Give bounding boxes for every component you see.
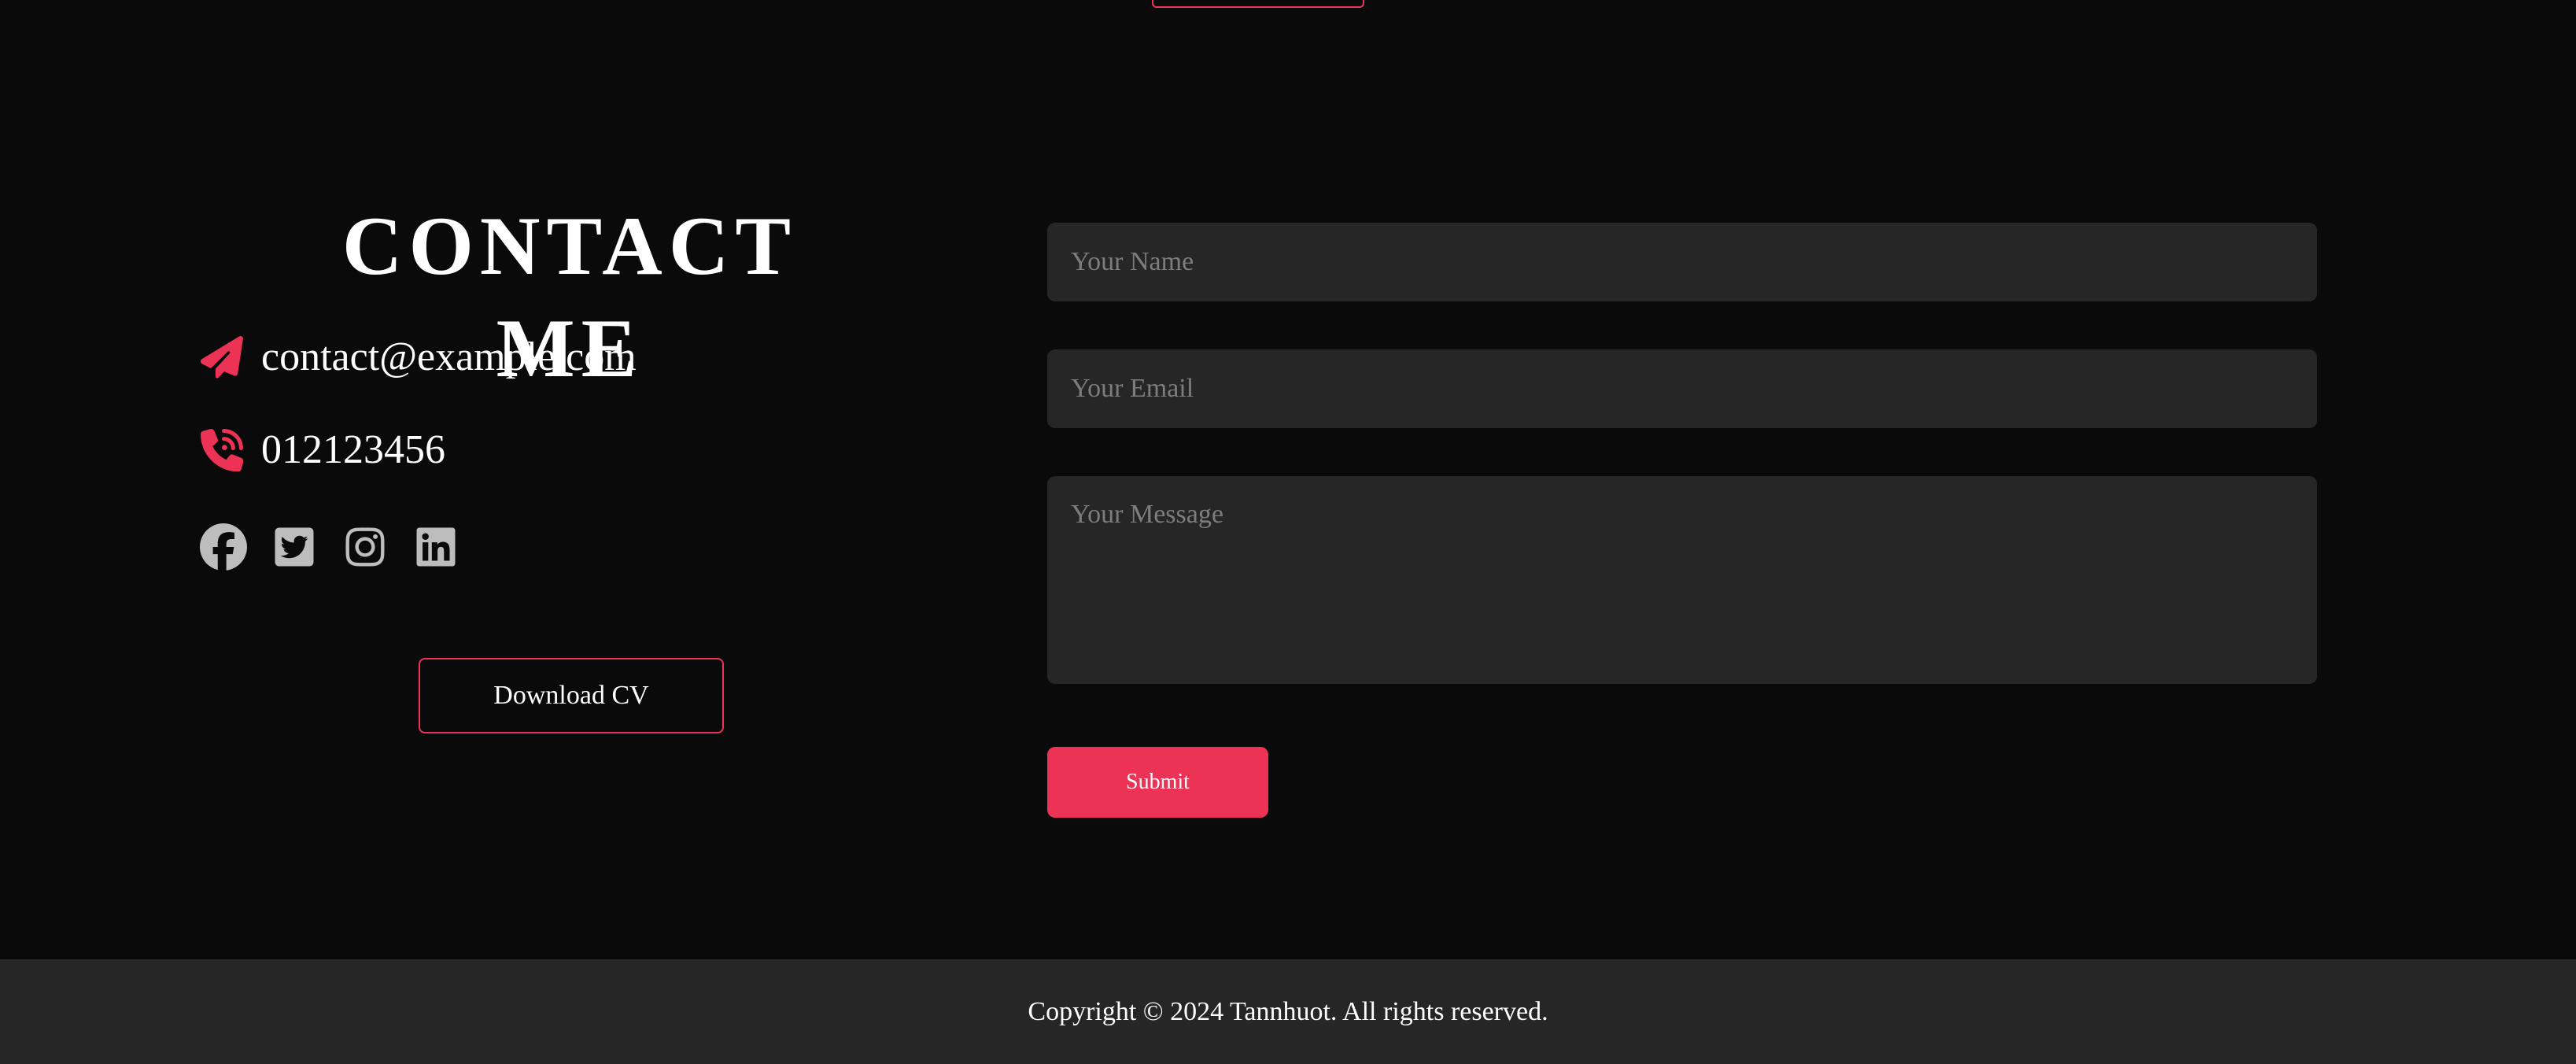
contact-email[interactable]: contact@example.com — [261, 334, 637, 380]
phone-volume-icon — [200, 428, 244, 472]
social-links — [200, 523, 459, 571]
paper-plane-icon — [200, 335, 244, 379]
instagram-icon[interactable] — [341, 523, 389, 571]
footer: Copyright © 2024 Tannhuot. All rights re… — [0, 959, 2576, 1064]
contact-email-row: contact@example.com — [200, 334, 637, 380]
previous-section-button[interactable] — [1152, 0, 1364, 8]
submit-button[interactable]: Submit — [1047, 747, 1268, 818]
copyright-text: Copyright © 2024 Tannhuot. All rights re… — [1028, 996, 1548, 1026]
twitter-icon[interactable] — [271, 523, 318, 571]
message-textarea[interactable] — [1047, 476, 2317, 684]
email-input[interactable] — [1047, 349, 2317, 428]
contact-phone-row: 012123456 — [200, 427, 445, 473]
facebook-icon[interactable] — [200, 523, 247, 571]
name-input[interactable] — [1047, 223, 2317, 301]
linkedin-icon[interactable] — [412, 523, 459, 571]
contact-phone[interactable]: 012123456 — [261, 427, 445, 473]
contact-page: CONTACT ME contact@example.com 012123456 — [0, 0, 2576, 1064]
download-cv-button[interactable]: Download CV — [419, 658, 724, 733]
